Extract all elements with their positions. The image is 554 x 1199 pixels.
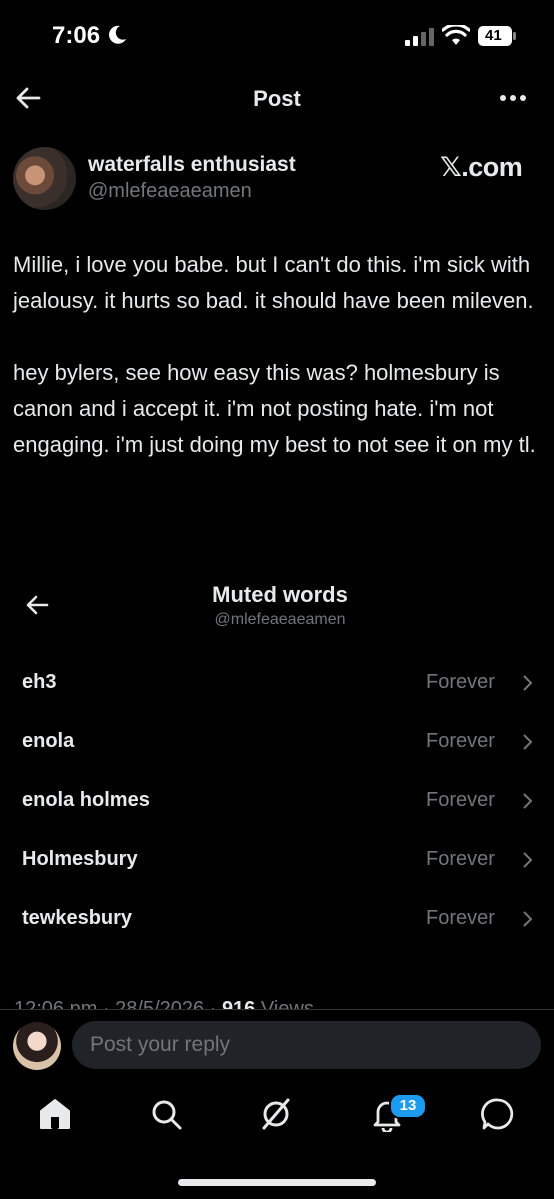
author-avatar[interactable] <box>13 147 76 210</box>
chevron-right-icon <box>523 852 533 868</box>
more-options-icon[interactable] <box>498 86 528 110</box>
muted-word: eh3 <box>22 671 57 693</box>
muted-word: enola holmes <box>22 789 150 811</box>
messages-icon[interactable] <box>480 1096 516 1132</box>
post-paragraph: hey bylers, see how easy this was? holme… <box>13 360 536 457</box>
chevron-right-icon <box>523 911 533 927</box>
muted-words-title: Muted words <box>212 582 348 607</box>
author-display-name[interactable]: waterfalls enthusiast <box>88 153 296 177</box>
muted-word: enola <box>22 730 75 752</box>
muted-duration: Forever <box>426 907 495 929</box>
grok-icon[interactable] <box>258 1096 294 1132</box>
muted-duration: Forever <box>426 730 495 752</box>
notifications-badge: 13 <box>389 1093 427 1119</box>
chevron-right-icon <box>523 793 533 809</box>
muted-word-row: enola Forever <box>0 722 554 762</box>
muted-word: Holmesbury <box>22 848 138 870</box>
muted-word-row: Holmesbury Forever <box>0 840 554 880</box>
battery-level: 41 <box>485 27 502 44</box>
muted-word-row: enola holmes Forever <box>0 781 554 821</box>
muted-word: tewkesbury <box>22 907 133 929</box>
muted-duration: Forever <box>426 671 495 693</box>
post-paragraph: Millie, i love you babe. but I can't do … <box>13 252 534 313</box>
page-title: Post <box>253 86 301 111</box>
home-indicator <box>178 1179 376 1186</box>
reply-input[interactable] <box>72 1021 541 1069</box>
divider <box>0 1009 554 1010</box>
wifi-icon <box>442 25 470 45</box>
battery-icon: 41 <box>478 26 516 46</box>
post-body: Millie, i love you babe. but I can't do … <box>13 247 543 463</box>
moon-icon <box>109 25 126 44</box>
muted-duration: Forever <box>426 789 495 811</box>
status-time: 7:06 <box>52 22 101 49</box>
source-label: 𝕏.com <box>440 152 523 182</box>
chevron-right-icon <box>523 675 533 691</box>
muted-word-row: eh3 Forever <box>0 663 554 703</box>
home-icon[interactable] <box>37 1096 73 1132</box>
chevron-right-icon <box>523 734 533 750</box>
search-icon[interactable] <box>148 1096 184 1132</box>
muted-words-handle: @mlefeaeaeamen <box>214 611 346 628</box>
muted-word-row: tewkesbury Forever <box>0 899 554 939</box>
muted-duration: Forever <box>426 848 495 870</box>
my-avatar <box>13 1022 61 1070</box>
author-handle[interactable]: @mlefeaeaeamen <box>88 180 252 203</box>
cellular-signal-icon <box>405 28 434 46</box>
